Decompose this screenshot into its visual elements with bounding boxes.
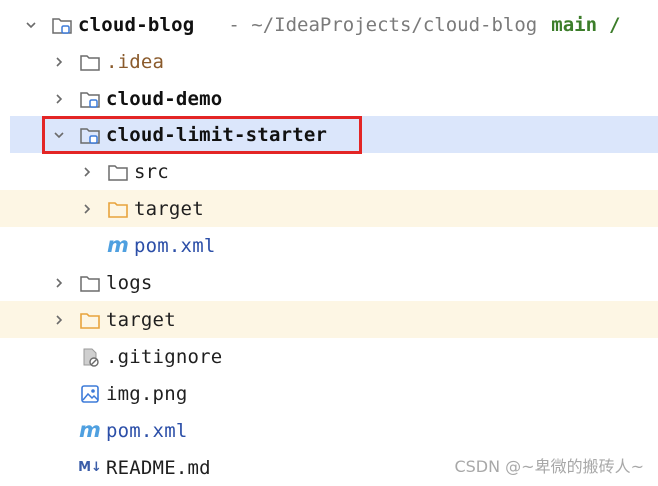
tree-item-label: cloud-demo xyxy=(106,87,223,110)
ignore-file-icon xyxy=(78,345,102,369)
folder-icon xyxy=(106,160,130,184)
tree-item-label: .idea xyxy=(106,50,165,73)
tree-row-logs[interactable]: logs xyxy=(0,264,658,301)
tree-row-cloud-demo[interactable]: cloud-demo xyxy=(0,80,658,117)
tree-item-label: .gitignore xyxy=(106,345,223,368)
tree-item-label: README.md xyxy=(106,456,211,479)
chevron-right-icon[interactable] xyxy=(50,274,68,292)
image-file-icon xyxy=(78,382,102,406)
maven-icon: m xyxy=(79,418,101,442)
tree-row-root[interactable]: cloud-blog - ~/IdeaProjects/cloud-blog m… xyxy=(0,6,658,43)
module-folder-icon xyxy=(78,87,102,111)
tree-item-label: logs xyxy=(106,271,153,294)
chevron-down-icon[interactable] xyxy=(22,16,40,34)
tree-item-label: target xyxy=(134,197,204,220)
excluded-folder-icon xyxy=(106,197,130,221)
tree-row-target-inner[interactable]: target xyxy=(0,190,658,227)
tree-row-pom-inner[interactable]: m pom.xml xyxy=(0,227,658,264)
git-branch-label: main xyxy=(551,13,598,36)
maven-icon: m xyxy=(107,233,129,257)
root-project-name: cloud-blog xyxy=(78,13,195,36)
tree-item-label: pom.xml xyxy=(106,419,188,442)
tree-row-target-root[interactable]: target xyxy=(0,301,658,338)
module-folder-icon xyxy=(50,13,74,37)
chevron-right-icon[interactable] xyxy=(50,311,68,329)
tree-row-src[interactable]: src xyxy=(0,153,658,190)
chevron-right-icon[interactable] xyxy=(78,163,96,181)
root-project-path: - ~/IdeaProjects/cloud-blog xyxy=(228,13,538,36)
markdown-icon: M↓ xyxy=(78,460,102,475)
excluded-folder-icon xyxy=(78,308,102,332)
tree-row-gitignore[interactable]: .gitignore xyxy=(0,338,658,375)
chevron-right-icon[interactable] xyxy=(78,200,96,218)
tree-item-label: img.png xyxy=(106,382,188,405)
folder-icon xyxy=(78,50,102,74)
annotation-highlight-box xyxy=(42,116,362,154)
tree-row-img[interactable]: img.png xyxy=(0,375,658,412)
watermark-text: CSDN @~卑微的搬砖人~ xyxy=(454,457,644,476)
branch-trailing: / xyxy=(609,13,621,36)
tree-item-label: target xyxy=(106,308,176,331)
tree-row-pom-root[interactable]: m pom.xml xyxy=(0,412,658,449)
chevron-right-icon[interactable] xyxy=(50,90,68,108)
chevron-right-icon[interactable] xyxy=(50,53,68,71)
folder-icon xyxy=(78,271,102,295)
tree-row-idea[interactable]: .idea xyxy=(0,43,658,80)
tree-item-label: src xyxy=(134,160,169,183)
tree-item-label: pom.xml xyxy=(134,234,216,257)
